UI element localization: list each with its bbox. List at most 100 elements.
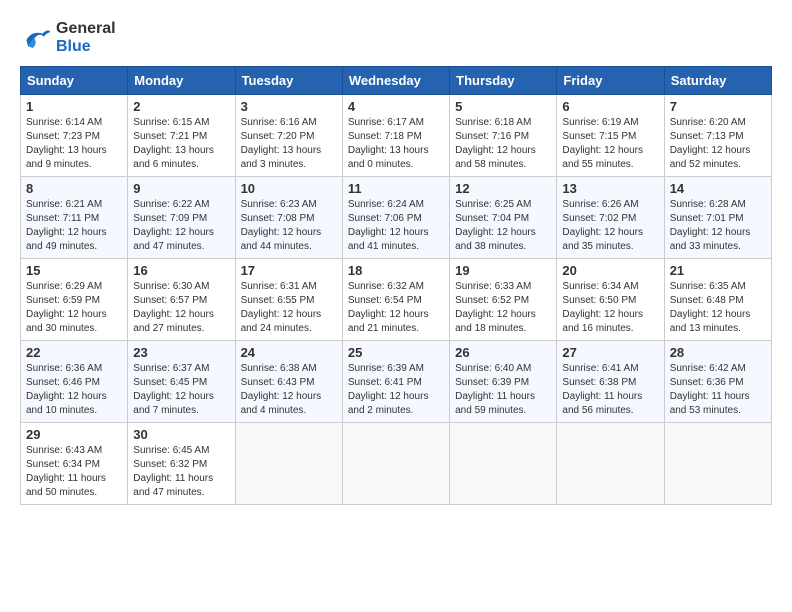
calendar-cell: 20 Sunrise: 6:34 AMSunset: 6:50 PMDaylig… [557,259,664,341]
day-number: 6 [562,99,658,114]
calendar-week-1: 1 Sunrise: 6:14 AMSunset: 7:23 PMDayligh… [21,95,772,177]
day-info: Sunrise: 6:28 AMSunset: 7:01 PMDaylight:… [670,199,751,252]
day-number: 12 [455,181,551,196]
day-number: 2 [133,99,229,114]
day-number: 11 [348,181,444,196]
day-info: Sunrise: 6:32 AMSunset: 6:54 PMDaylight:… [348,281,429,334]
day-number: 3 [241,99,337,114]
day-number: 30 [133,427,229,442]
day-info: Sunrise: 6:37 AMSunset: 6:45 PMDaylight:… [133,363,214,416]
day-number: 4 [348,99,444,114]
day-number: 19 [455,263,551,278]
calendar-cell: 10 Sunrise: 6:23 AMSunset: 7:08 PMDaylig… [235,177,342,259]
calendar-cell: 18 Sunrise: 6:32 AMSunset: 6:54 PMDaylig… [342,259,449,341]
calendar-week-3: 15 Sunrise: 6:29 AMSunset: 6:59 PMDaylig… [21,259,772,341]
day-info: Sunrise: 6:30 AMSunset: 6:57 PMDaylight:… [133,281,214,334]
day-number: 17 [241,263,337,278]
calendar-table: SundayMondayTuesdayWednesdayThursdayFrid… [20,66,772,505]
logo-icon [20,24,52,52]
calendar-cell: 1 Sunrise: 6:14 AMSunset: 7:23 PMDayligh… [21,95,128,177]
day-info: Sunrise: 6:25 AMSunset: 7:04 PMDaylight:… [455,199,536,252]
day-number: 1 [26,99,122,114]
calendar-cell: 6 Sunrise: 6:19 AMSunset: 7:15 PMDayligh… [557,95,664,177]
day-info: Sunrise: 6:19 AMSunset: 7:15 PMDaylight:… [562,117,643,170]
calendar-week-4: 22 Sunrise: 6:36 AMSunset: 6:46 PMDaylig… [21,341,772,423]
day-info: Sunrise: 6:42 AMSunset: 6:36 PMDaylight:… [670,363,750,416]
day-number: 23 [133,345,229,360]
calendar-cell: 16 Sunrise: 6:30 AMSunset: 6:57 PMDaylig… [128,259,235,341]
calendar-cell: 5 Sunrise: 6:18 AMSunset: 7:16 PMDayligh… [450,95,557,177]
weekday-header-saturday: Saturday [664,67,771,95]
calendar-cell: 26 Sunrise: 6:40 AMSunset: 6:39 PMDaylig… [450,341,557,423]
day-info: Sunrise: 6:40 AMSunset: 6:39 PMDaylight:… [455,363,535,416]
day-info: Sunrise: 6:45 AMSunset: 6:32 PMDaylight:… [133,445,213,498]
calendar-week-5: 29 Sunrise: 6:43 AMSunset: 6:34 PMDaylig… [21,423,772,505]
weekday-header-wednesday: Wednesday [342,67,449,95]
calendar-cell: 7 Sunrise: 6:20 AMSunset: 7:13 PMDayligh… [664,95,771,177]
calendar-cell: 2 Sunrise: 6:15 AMSunset: 7:21 PMDayligh… [128,95,235,177]
day-number: 7 [670,99,766,114]
calendar-cell: 12 Sunrise: 6:25 AMSunset: 7:04 PMDaylig… [450,177,557,259]
calendar-cell: 24 Sunrise: 6:38 AMSunset: 6:43 PMDaylig… [235,341,342,423]
day-info: Sunrise: 6:29 AMSunset: 6:59 PMDaylight:… [26,281,107,334]
day-info: Sunrise: 6:16 AMSunset: 7:20 PMDaylight:… [241,117,322,170]
day-info: Sunrise: 6:39 AMSunset: 6:41 PMDaylight:… [348,363,429,416]
calendar-cell: 13 Sunrise: 6:26 AMSunset: 7:02 PMDaylig… [557,177,664,259]
calendar-cell: 30 Sunrise: 6:45 AMSunset: 6:32 PMDaylig… [128,423,235,505]
day-number: 15 [26,263,122,278]
calendar-cell [235,423,342,505]
day-number: 25 [348,345,444,360]
calendar-cell [664,423,771,505]
day-info: Sunrise: 6:22 AMSunset: 7:09 PMDaylight:… [133,199,214,252]
day-info: Sunrise: 6:33 AMSunset: 6:52 PMDaylight:… [455,281,536,334]
weekday-header-monday: Monday [128,67,235,95]
day-info: Sunrise: 6:17 AMSunset: 7:18 PMDaylight:… [348,117,429,170]
day-info: Sunrise: 6:24 AMSunset: 7:06 PMDaylight:… [348,199,429,252]
calendar-cell: 25 Sunrise: 6:39 AMSunset: 6:41 PMDaylig… [342,341,449,423]
day-number: 9 [133,181,229,196]
calendar-cell: 28 Sunrise: 6:42 AMSunset: 6:36 PMDaylig… [664,341,771,423]
day-info: Sunrise: 6:34 AMSunset: 6:50 PMDaylight:… [562,281,643,334]
day-number: 13 [562,181,658,196]
day-number: 26 [455,345,551,360]
day-info: Sunrise: 6:26 AMSunset: 7:02 PMDaylight:… [562,199,643,252]
logo-text: General Blue [56,20,116,56]
day-info: Sunrise: 6:35 AMSunset: 6:48 PMDaylight:… [670,281,751,334]
calendar-cell: 3 Sunrise: 6:16 AMSunset: 7:20 PMDayligh… [235,95,342,177]
calendar-cell: 14 Sunrise: 6:28 AMSunset: 7:01 PMDaylig… [664,177,771,259]
day-info: Sunrise: 6:36 AMSunset: 6:46 PMDaylight:… [26,363,107,416]
calendar-cell: 27 Sunrise: 6:41 AMSunset: 6:38 PMDaylig… [557,341,664,423]
calendar-cell: 9 Sunrise: 6:22 AMSunset: 7:09 PMDayligh… [128,177,235,259]
day-info: Sunrise: 6:43 AMSunset: 6:34 PMDaylight:… [26,445,106,498]
weekday-header-thursday: Thursday [450,67,557,95]
calendar-cell [450,423,557,505]
day-number: 29 [26,427,122,442]
day-info: Sunrise: 6:23 AMSunset: 7:08 PMDaylight:… [241,199,322,252]
day-number: 21 [670,263,766,278]
calendar-cell: 23 Sunrise: 6:37 AMSunset: 6:45 PMDaylig… [128,341,235,423]
calendar-cell: 8 Sunrise: 6:21 AMSunset: 7:11 PMDayligh… [21,177,128,259]
weekday-header-tuesday: Tuesday [235,67,342,95]
day-number: 24 [241,345,337,360]
calendar-week-2: 8 Sunrise: 6:21 AMSunset: 7:11 PMDayligh… [21,177,772,259]
day-number: 8 [26,181,122,196]
day-info: Sunrise: 6:20 AMSunset: 7:13 PMDaylight:… [670,117,751,170]
calendar-cell: 11 Sunrise: 6:24 AMSunset: 7:06 PMDaylig… [342,177,449,259]
day-info: Sunrise: 6:14 AMSunset: 7:23 PMDaylight:… [26,117,107,170]
calendar-cell: 21 Sunrise: 6:35 AMSunset: 6:48 PMDaylig… [664,259,771,341]
header: General Blue [20,20,772,56]
calendar-cell: 22 Sunrise: 6:36 AMSunset: 6:46 PMDaylig… [21,341,128,423]
calendar-cell: 4 Sunrise: 6:17 AMSunset: 7:18 PMDayligh… [342,95,449,177]
day-number: 27 [562,345,658,360]
day-info: Sunrise: 6:21 AMSunset: 7:11 PMDaylight:… [26,199,107,252]
day-info: Sunrise: 6:18 AMSunset: 7:16 PMDaylight:… [455,117,536,170]
calendar-cell: 17 Sunrise: 6:31 AMSunset: 6:55 PMDaylig… [235,259,342,341]
weekday-header-sunday: Sunday [21,67,128,95]
calendar-cell: 15 Sunrise: 6:29 AMSunset: 6:59 PMDaylig… [21,259,128,341]
day-number: 16 [133,263,229,278]
day-info: Sunrise: 6:31 AMSunset: 6:55 PMDaylight:… [241,281,322,334]
day-info: Sunrise: 6:15 AMSunset: 7:21 PMDaylight:… [133,117,214,170]
day-number: 20 [562,263,658,278]
calendar-cell: 29 Sunrise: 6:43 AMSunset: 6:34 PMDaylig… [21,423,128,505]
weekday-header-friday: Friday [557,67,664,95]
